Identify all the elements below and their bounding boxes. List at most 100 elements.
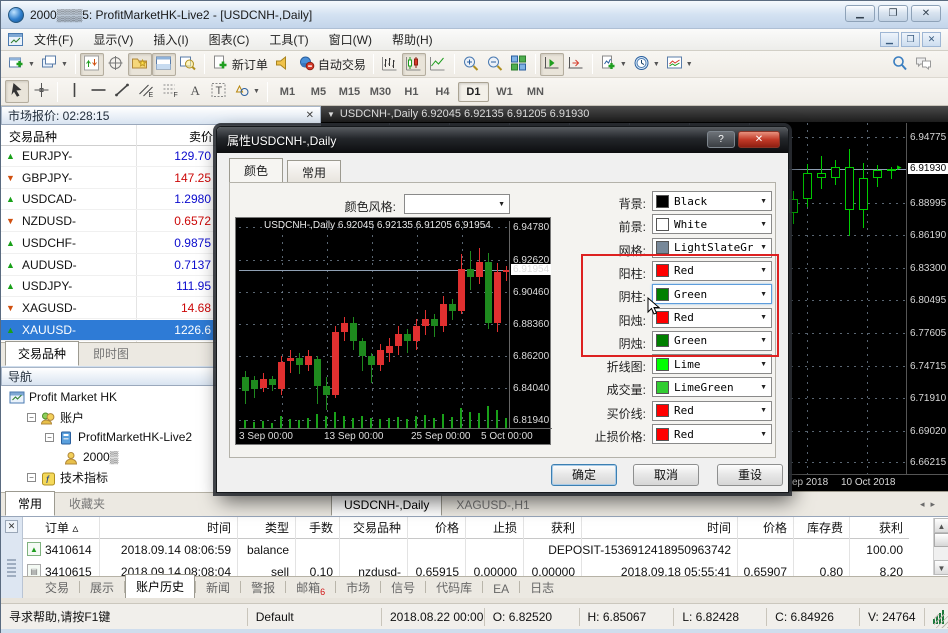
terminal-toggle[interactable] [152, 53, 176, 76]
timeframe-D1[interactable]: D1 [458, 82, 489, 102]
new-chart-button[interactable]: ▼ [5, 53, 38, 76]
market-watch-header[interactable]: 市场报价: 02:28:15 ✕ [1, 106, 321, 125]
terminal-drag-grip[interactable] [7, 559, 16, 577]
terminal-tab-警报[interactable]: 警报 [241, 576, 285, 599]
horizontal-line-tool[interactable] [86, 80, 110, 103]
cell-1-8[interactable]: 2018.09.18 05:55:41 [581, 561, 737, 576]
terminal-tab-展示[interactable]: 展示 [80, 576, 124, 599]
nav-item-技术指标[interactable]: −f技术指标 [27, 467, 108, 487]
tab-common[interactable]: 常用 [287, 160, 341, 182]
menu-图表[interactable]: 图表(C) [199, 29, 260, 50]
timeframe-M1[interactable]: M1 [272, 82, 303, 102]
dialog-button-确定[interactable]: 确定 [551, 464, 617, 486]
terminal-tab-市场[interactable]: 市场 [336, 576, 380, 599]
child-restore-button[interactable]: ❐ [901, 32, 920, 47]
title-bar[interactable]: 2000▒▒▒5: ProfitMarketHK-Live2 - [USDCNH… [1, 1, 948, 29]
tab-colors[interactable]: 颜色 [229, 158, 283, 182]
chat-button[interactable] [911, 53, 935, 76]
crosshair-tool[interactable] [29, 80, 53, 103]
cell-1-3[interactable]: 0.10 [295, 561, 339, 576]
scroll-up-icon[interactable]: ▲ [934, 518, 948, 533]
templates-button[interactable]: ▼ [663, 53, 696, 76]
cell-1-4[interactable]: nzdusd- [339, 561, 407, 576]
terminal-tab-交易[interactable]: 交易 [35, 576, 79, 599]
color-select-White[interactable]: White▼ [652, 214, 772, 234]
dialog-help-button[interactable]: ? [707, 131, 735, 148]
menu-显示[interactable]: 显示(V) [83, 29, 143, 50]
cell-0-1[interactable]: 2018.09.14 08:06:59 [99, 539, 237, 561]
timeframe-W1[interactable]: W1 [489, 82, 520, 102]
candlestick-chart-button[interactable] [402, 53, 426, 76]
color-select-Green[interactable]: Green▼ [652, 331, 772, 351]
color-select-Red[interactable]: Red▼ [652, 401, 772, 421]
cell-0-11[interactable]: 100.00 [849, 539, 909, 561]
color-select-Red[interactable]: Red▼ [652, 261, 772, 281]
column-header-3[interactable]: 手数 [295, 517, 339, 539]
cell-1-2[interactable]: sell [237, 561, 295, 576]
chart-tab-USDCNH-,Daily[interactable]: USDCNH-,Daily [331, 494, 442, 516]
cell-1-5[interactable]: 0.65915 [407, 561, 465, 576]
dialog-button-重设[interactable]: 重设 [717, 464, 783, 486]
nav-item-2000▒[interactable]: 2000▒ [63, 447, 118, 467]
timeframe-M30[interactable]: M30 [365, 82, 396, 102]
cell-1-7[interactable]: 0.00000 [523, 561, 581, 576]
vertical-line-tool[interactable] [62, 80, 86, 103]
market-tab-交易品种[interactable]: 交易品种 [5, 341, 79, 366]
dialog-titlebar[interactable]: 属性USDCNH-,Daily [217, 127, 788, 153]
column-header-5[interactable]: 价格 [407, 517, 465, 539]
terminal-tab-EA[interactable]: EA [483, 579, 519, 599]
color-select-LimeGreen[interactable]: LimeGreen▼ [652, 377, 772, 397]
cell-0-2[interactable]: balance [237, 539, 295, 561]
cell-1-10[interactable]: 0.80 [793, 561, 849, 576]
terminal-dock-strip[interactable]: ✕ [1, 517, 23, 599]
nav-item-账户[interactable]: −账户 [27, 407, 84, 427]
column-header-6[interactable]: 止损 [465, 517, 523, 539]
column-header-10[interactable]: 库存费 [793, 517, 849, 539]
column-symbol[interactable]: 交易品种 [9, 128, 57, 145]
strategy-tester-button[interactable] [176, 53, 200, 76]
tile-windows-button[interactable] [507, 53, 531, 76]
child-minimize-button[interactable]: ▁ [880, 32, 899, 47]
menu-工具[interactable]: 工具(T) [259, 29, 318, 50]
new-order-button[interactable]: 新订单 [209, 53, 271, 76]
cell-1-0[interactable]: 3410615 [23, 561, 99, 576]
column-header-9[interactable]: 价格 [737, 517, 793, 539]
color-select-Lime[interactable]: Lime▼ [652, 354, 772, 374]
auto-scroll-toggle[interactable] [540, 53, 564, 76]
dialog-button-取消[interactable]: 取消 [633, 464, 699, 486]
search-button[interactable] [887, 53, 911, 76]
menu-窗口[interactable]: 窗口(W) [319, 29, 382, 50]
market-watch-toggle[interactable] [80, 53, 104, 76]
tree-expand-icon[interactable]: − [45, 433, 54, 442]
timeframe-H1[interactable]: H1 [396, 82, 427, 102]
tree-expand-icon[interactable]: − [27, 473, 36, 482]
profiles-button[interactable]: ▼ [38, 53, 71, 76]
chart-price-axis[interactable]: 6.947756.889956.861906.833006.804956.776… [906, 123, 948, 474]
dialog-close-button[interactable]: ✕ [738, 131, 780, 148]
menu-帮助[interactable]: 帮助(H) [382, 29, 443, 50]
cursor-tool[interactable] [5, 80, 29, 103]
chart-tab-XAGUSD-,H1[interactable]: XAGUSD-,H1 [443, 494, 542, 516]
market-watch-close-icon[interactable]: ✕ [306, 110, 314, 121]
scroll-down-icon[interactable]: ▼ [934, 560, 948, 575]
column-header-4[interactable]: 交易品种 [339, 517, 407, 539]
cell-1-6[interactable]: 0.00000 [465, 561, 523, 576]
column-header-2[interactable]: 类型 [237, 517, 295, 539]
column-bid[interactable]: 卖价 [189, 128, 213, 145]
column-header-0[interactable]: 订单 ▵ [23, 517, 99, 539]
cell-1-11[interactable]: 8.20 [849, 561, 909, 576]
cell-0-0[interactable]: 3410614 [23, 539, 99, 561]
data-window-button[interactable] [104, 53, 128, 76]
indicators-button[interactable]: ▼ [597, 53, 630, 76]
autotrading-toggle[interactable]: 自动交易 [295, 53, 369, 76]
terminal-tab-代码库[interactable]: 代码库 [426, 576, 482, 599]
timeframe-M5[interactable]: M5 [303, 82, 334, 102]
navigator-toggle[interactable] [128, 53, 152, 76]
nav-item-Profit Market HK[interactable]: Profit Market HK [9, 387, 117, 407]
color-select-Red[interactable]: Red▼ [652, 308, 772, 328]
timeframe-H4[interactable]: H4 [427, 82, 458, 102]
navigator-tab-常用[interactable]: 常用 [5, 491, 55, 516]
child-close-button[interactable]: ✕ [922, 32, 941, 47]
trendline-tool[interactable] [110, 80, 134, 103]
nav-item-ProfitMarketHK-Live2[interactable]: −ProfitMarketHK-Live2 [45, 427, 192, 447]
